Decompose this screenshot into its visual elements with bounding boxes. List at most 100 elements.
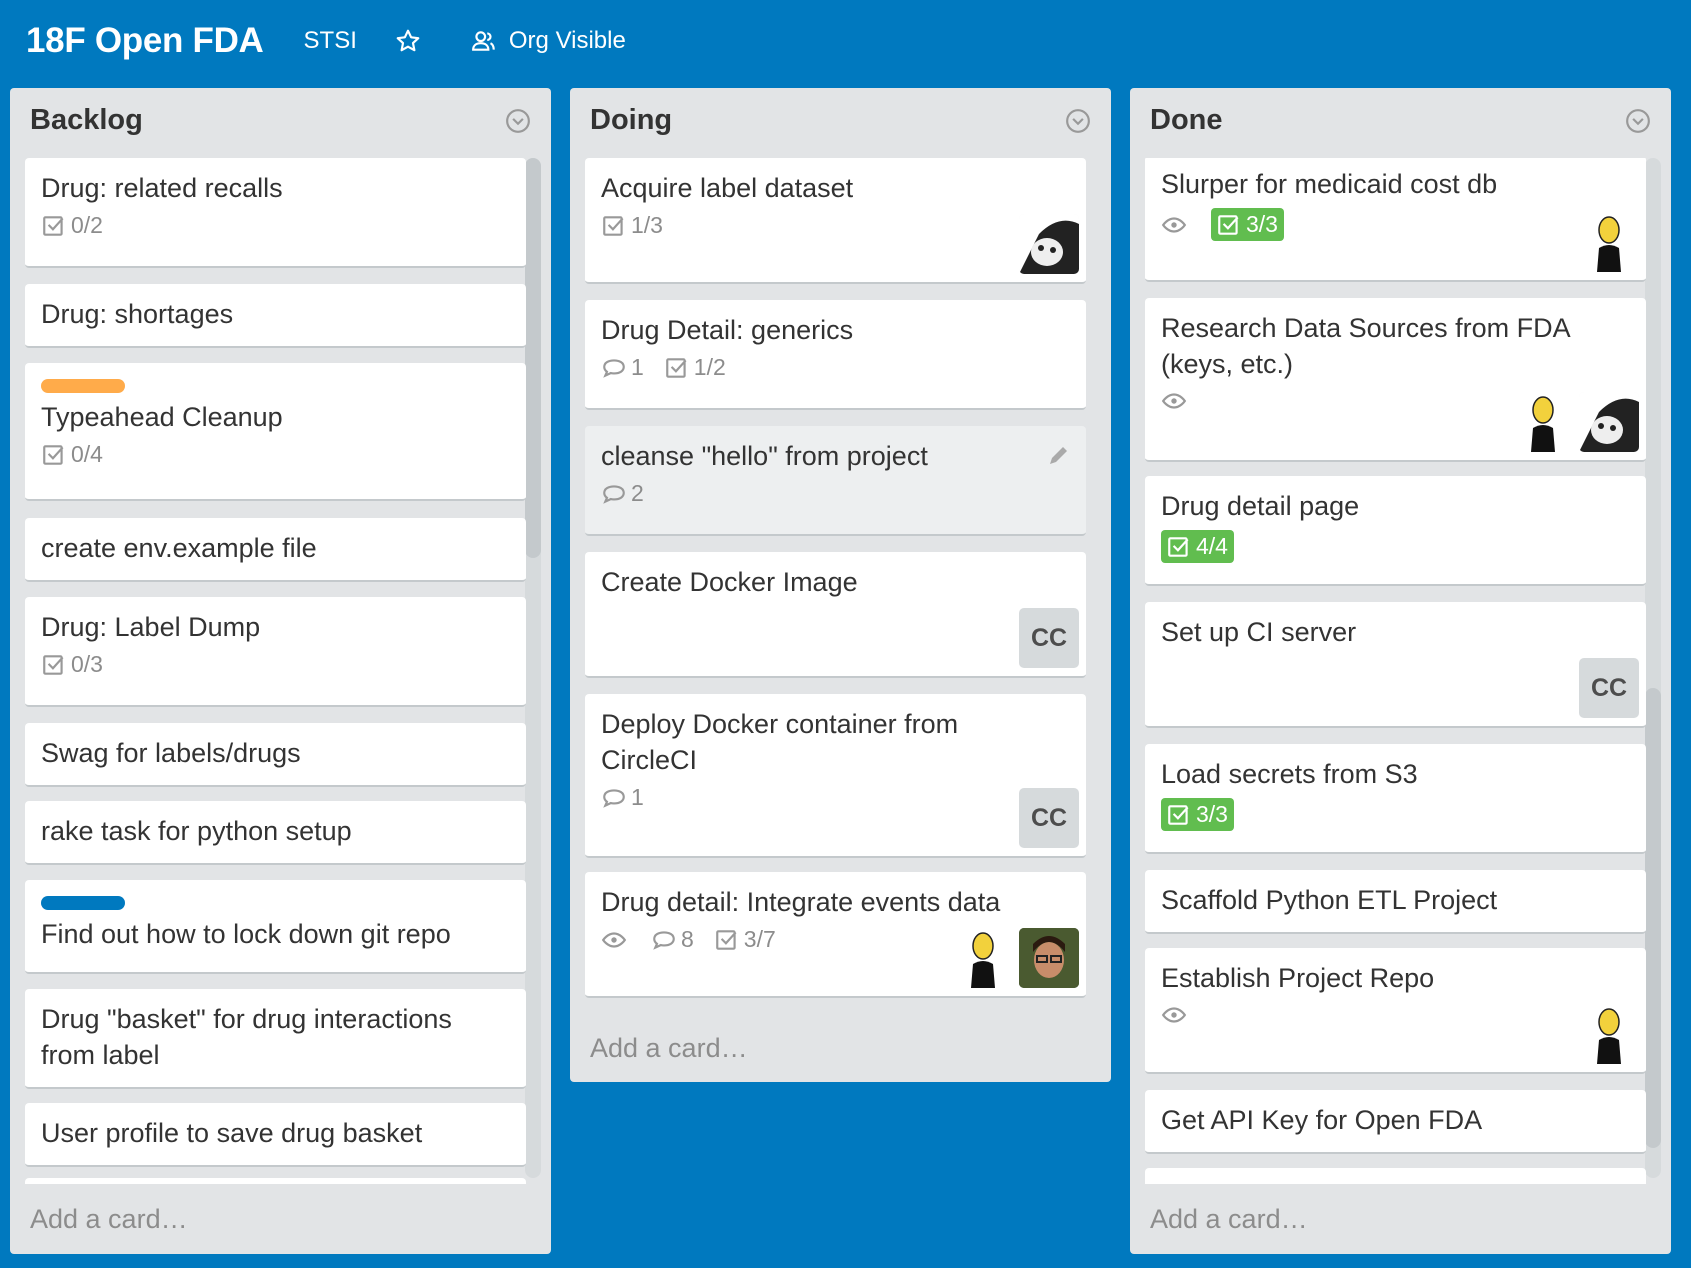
org-name: STSI bbox=[303, 27, 357, 54]
member-avatar[interactable] bbox=[1579, 212, 1639, 272]
member-avatar[interactable] bbox=[953, 928, 1013, 988]
card-title: Load secrets from S3 bbox=[1161, 759, 1418, 789]
member-avatar[interactable] bbox=[1579, 1004, 1639, 1064]
list-item[interactable]: Get API Key for Open FDA bbox=[1145, 1090, 1646, 1154]
list-item[interactable]: Swag for labels/drugs bbox=[25, 723, 526, 787]
comment-icon bbox=[603, 788, 625, 808]
checklist-icon bbox=[715, 929, 737, 950]
list-item[interactable]: Drug: shortages bbox=[25, 284, 526, 348]
list-item[interactable]: Research Data Sources from FDA (keys, et… bbox=[1145, 298, 1646, 462]
org-button[interactable]: STSI bbox=[304, 27, 357, 55]
eye-icon bbox=[1161, 216, 1187, 233]
list-item[interactable] bbox=[25, 1178, 526, 1184]
member-avatar[interactable]: CC bbox=[1019, 608, 1079, 668]
checklist-icon bbox=[43, 215, 64, 236]
list-item[interactable]: Load secrets from S3 3/3 bbox=[1145, 744, 1646, 854]
comment-count: 1 bbox=[631, 784, 644, 810]
checklist-count: 0/4 bbox=[71, 441, 103, 467]
list-item[interactable]: User profile to save drug basket bbox=[25, 1103, 526, 1167]
watching-badge bbox=[1161, 1002, 1191, 1028]
edit-pencil-icon[interactable] bbox=[1046, 444, 1070, 468]
list-item[interactable]: Acquire label dataset 1/3 bbox=[585, 158, 1086, 284]
card-title: Set up CI server bbox=[1161, 617, 1357, 647]
list-item[interactable]: Scaffold Python ETL Project bbox=[1145, 870, 1646, 934]
add-card-button[interactable]: Add a card… bbox=[1150, 1204, 1308, 1235]
figure-avatar-icon bbox=[1597, 1008, 1621, 1064]
checklist-count: 1/2 bbox=[693, 354, 726, 380]
member-avatar[interactable]: CC bbox=[1019, 788, 1079, 848]
card-title: Drug detail page bbox=[1161, 491, 1360, 521]
watching-badge bbox=[1161, 388, 1191, 414]
board-title[interactable]: 18F Open FDA bbox=[26, 21, 264, 61]
list-item[interactable]: Typeahead Cleanup 0/4 bbox=[25, 363, 526, 501]
list-doing: Doing Acquire label dataset 1/3 Drug Det… bbox=[570, 88, 1111, 1082]
checklist-complete-badge: 3/3 bbox=[1161, 798, 1234, 831]
figure-avatar-icon bbox=[1531, 396, 1555, 452]
member-avatar[interactable]: CC bbox=[1579, 658, 1639, 718]
list-item[interactable]: Create Docker Image CC bbox=[585, 552, 1086, 678]
list-item[interactable]: cleanse "hello" from project 2 bbox=[585, 426, 1086, 536]
card-label[interactable] bbox=[41, 379, 125, 393]
list-item[interactable]: Drug: related recalls 0/2 bbox=[25, 158, 526, 268]
member-avatar[interactable] bbox=[1019, 214, 1079, 274]
member-avatar[interactable] bbox=[1513, 392, 1573, 452]
list-item[interactable]: Set up CI server CC bbox=[1145, 602, 1646, 728]
checklist-count: 1/3 bbox=[631, 212, 663, 238]
list-menu-icon[interactable] bbox=[1625, 108, 1651, 134]
checklist-badge: 0/2 bbox=[41, 212, 103, 239]
card-title: Deploy Docker container from CircleCI bbox=[601, 709, 959, 775]
card-title: Create Docker Image bbox=[601, 567, 858, 597]
card-title: Slurper for medicaid cost db bbox=[1161, 169, 1498, 199]
member-avatar[interactable] bbox=[1019, 928, 1079, 988]
list-item[interactable]: Slurper for medicaid cost db 3/3 bbox=[1145, 158, 1646, 282]
checklist-badge: 0/3 bbox=[41, 651, 103, 678]
list-item[interactable]: Deploy Docker container from CircleCI 1 … bbox=[585, 694, 1086, 858]
comment-icon bbox=[603, 358, 625, 378]
card-label[interactable] bbox=[41, 896, 125, 910]
eye-icon bbox=[601, 931, 627, 948]
comments-badge: 2 bbox=[601, 480, 644, 507]
checklist-count: 0/3 bbox=[71, 651, 103, 677]
card-title: Acquire label dataset bbox=[601, 173, 854, 203]
card-title: Establish Project Repo bbox=[1161, 963, 1435, 993]
checklist-icon bbox=[1218, 214, 1239, 235]
list-done: Done Slurper for medicaid cost db 3/3 Re… bbox=[1130, 88, 1671, 1254]
add-card-button[interactable]: Add a card… bbox=[30, 1204, 188, 1235]
card-title: Drug: Label Dump bbox=[41, 612, 261, 642]
add-card-button[interactable]: Add a card… bbox=[590, 1033, 748, 1064]
list-menu-icon[interactable] bbox=[1065, 108, 1091, 134]
list-item[interactable]: Find out how to lock down git repo bbox=[25, 880, 526, 974]
list-item[interactable] bbox=[1145, 1168, 1646, 1184]
person-avatar-icon bbox=[1019, 928, 1079, 988]
list-item[interactable]: create env.example file bbox=[25, 518, 526, 582]
checklist-icon bbox=[43, 444, 64, 465]
checklist-count: 3/3 bbox=[1196, 801, 1228, 827]
checklist-count: 0/2 bbox=[71, 212, 103, 238]
list-item[interactable]: rake task for python setup bbox=[25, 801, 526, 865]
card-title: Typeahead Cleanup bbox=[41, 402, 283, 432]
list-backlog: Backlog Drug: related recalls 0/2 Drug: … bbox=[10, 88, 551, 1254]
card-title: Drug detail: Integrate events data bbox=[601, 887, 1001, 917]
list-item[interactable]: Drug "basket" for drug interactions from… bbox=[25, 989, 526, 1089]
list-menu-icon[interactable] bbox=[505, 108, 531, 134]
list-item[interactable]: Drug: Label Dump 0/3 bbox=[25, 597, 526, 707]
checklist-badge: 3/7 bbox=[714, 926, 776, 953]
checklist-count: 4/4 bbox=[1196, 533, 1228, 559]
star-button[interactable] bbox=[395, 28, 433, 54]
scrollbar[interactable] bbox=[525, 158, 541, 1178]
scrollbar[interactable] bbox=[1645, 158, 1661, 1178]
comments-badge: 8 bbox=[651, 926, 694, 953]
checklist-count: 3/7 bbox=[743, 926, 776, 952]
member-avatar[interactable] bbox=[1579, 392, 1639, 452]
eye-icon bbox=[1161, 1007, 1187, 1023]
scrollbar-thumb[interactable] bbox=[1645, 688, 1661, 1148]
scrollbar-thumb[interactable] bbox=[525, 158, 541, 558]
checklist-icon bbox=[43, 654, 64, 675]
list-item[interactable]: Drug detail: Integrate events data 8 3/7 bbox=[585, 872, 1086, 998]
visibility-button[interactable]: Org Visible bbox=[471, 27, 626, 55]
list-item[interactable]: Drug Detail: generics 1 1/2 bbox=[585, 300, 1086, 410]
list-item[interactable]: Drug detail page 4/4 bbox=[1145, 476, 1646, 586]
list-item[interactable]: Establish Project Repo bbox=[1145, 948, 1646, 1074]
comment-count: 1 bbox=[631, 354, 644, 380]
checklist-icon bbox=[1168, 804, 1189, 825]
